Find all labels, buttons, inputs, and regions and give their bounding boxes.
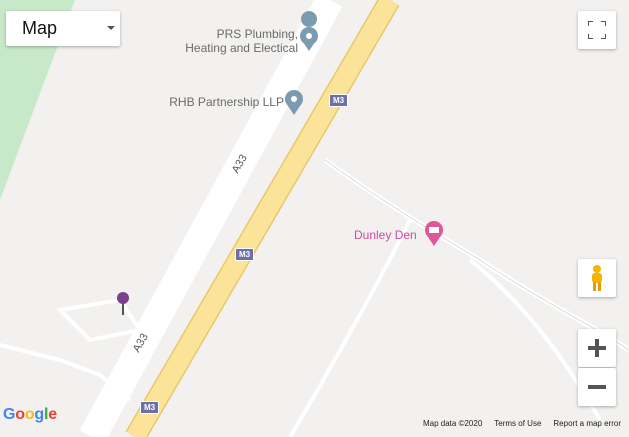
google-logo-letter: o: [24, 406, 35, 423]
lodging-marker[interactable]: [425, 221, 443, 246]
minor-road-south: [288, 219, 412, 437]
map-type-dropdown[interactable]: Map: [6, 11, 120, 46]
minus-icon: [588, 385, 606, 389]
m3-motorway: [126, 0, 399, 437]
poi-label-prs[interactable]: PRS Plumbing, Heating and Electical: [166, 27, 298, 55]
map-footer: Map data ©2020 Terms of Use Report a map…: [423, 419, 621, 428]
m3-shield-mid: M3: [235, 248, 255, 261]
plus-icon: [588, 339, 606, 357]
fullscreen-button[interactable]: [578, 11, 616, 49]
poi-label-prs-line2: Heating and Electical: [185, 41, 298, 55]
google-logo-letter: G: [3, 406, 16, 423]
a33-road: [79, 0, 343, 437]
street-view-button[interactable]: [578, 259, 616, 297]
poi-marker-rhb[interactable]: [285, 90, 303, 115]
zoom-out-button[interactable]: [578, 368, 616, 406]
m3-shield-top: M3: [329, 94, 349, 107]
google-logo-letter: e: [48, 406, 57, 423]
google-logo-letter: g: [34, 406, 44, 423]
pegman-icon: [592, 265, 602, 291]
poi-label-rhb[interactable]: RHB Partnership LLP: [148, 95, 284, 109]
map-data-attribution[interactable]: Map data ©2020: [423, 419, 482, 428]
poi-label-dunley[interactable]: Dunley Den: [354, 228, 417, 242]
google-logo-letter: o: [15, 406, 25, 423]
fullscreen-icon: [588, 21, 606, 39]
zoom-in-button[interactable]: [578, 329, 616, 367]
terms-of-use-link[interactable]: Terms of Use: [494, 419, 541, 428]
report-map-error-link[interactable]: Report a map error: [553, 419, 621, 428]
minor-road-east: [323, 157, 629, 353]
chevron-down-icon: [107, 26, 115, 30]
poi-label-prs-line1: PRS Plumbing,: [216, 27, 298, 41]
minor-road-loop: [55, 297, 144, 343]
map-base: [0, 0, 629, 437]
map-type-label: Map: [22, 18, 58, 38]
map-canvas[interactable]: Map PRS Plumbing, Heating and Electical …: [0, 0, 629, 437]
m3-shield-bottom: M3: [140, 401, 160, 414]
google-logo[interactable]: Google: [3, 406, 57, 424]
